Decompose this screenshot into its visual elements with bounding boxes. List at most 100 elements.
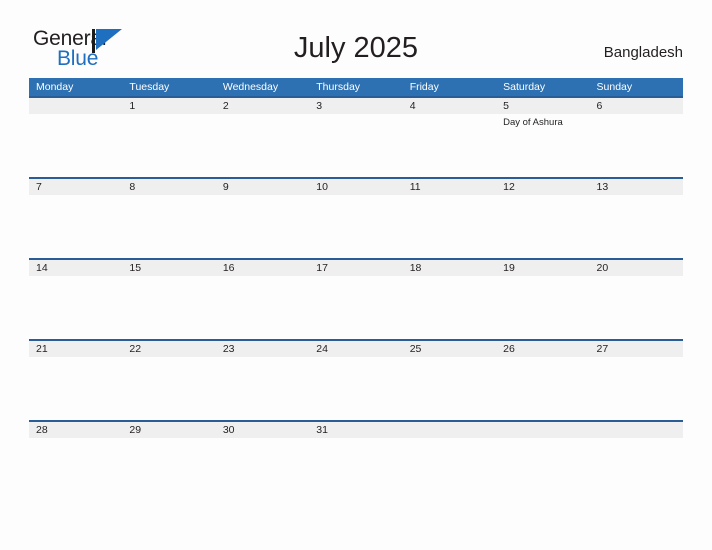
calendar-grid: Monday Tuesday Wednesday Thursday Friday… [29, 78, 683, 501]
day-number: 2 [222, 100, 229, 112]
day-cell[interactable]: 10 [309, 179, 402, 195]
day-cell[interactable]: 14 [29, 260, 122, 276]
day-cell[interactable]: 15 [122, 260, 215, 276]
day-number: 20 [596, 262, 609, 274]
day-number: 8 [129, 181, 136, 193]
event-cell [122, 357, 215, 420]
week-event-layer [29, 357, 683, 420]
day-cell[interactable]: 23 [216, 341, 309, 357]
day-number: 7 [36, 181, 42, 193]
day-number: 12 [503, 181, 515, 193]
country-label: Bangladesh [603, 44, 683, 61]
day-number: 6 [596, 100, 603, 112]
day-number: 16 [222, 262, 235, 274]
day-cell[interactable]: 17 [309, 260, 402, 276]
week-row: 1 2 3 4 5 6 Day of Ashura [29, 96, 683, 177]
day-number: 19 [503, 262, 515, 274]
day-cell[interactable]: 19 [496, 260, 589, 276]
event-cell [122, 276, 215, 339]
event-cell [216, 357, 309, 420]
event-cell [122, 195, 215, 258]
event-cell [216, 114, 309, 177]
event-cell [496, 357, 589, 420]
day-cell[interactable]: 22 [122, 341, 215, 357]
day-cell[interactable]: 8 [122, 179, 215, 195]
weekday-header-sunday: Sunday [596, 81, 633, 93]
day-cell[interactable]: 26 [496, 341, 589, 357]
week-event-layer [29, 195, 683, 258]
event-cell-holiday: Day of Ashura [496, 114, 589, 177]
event-cell [590, 276, 683, 339]
day-number: 18 [409, 262, 422, 274]
day-cell[interactable]: 27 [590, 341, 683, 357]
event-cell [29, 195, 122, 258]
day-number: 24 [316, 343, 328, 355]
day-cell[interactable]: 7 [29, 179, 122, 195]
weekday-header-tuesday: Tuesday [129, 81, 170, 93]
day-cell[interactable]: 16 [216, 260, 309, 276]
day-cell[interactable]: 5 [496, 98, 589, 114]
week-row: 21 22 23 24 25 26 27 [29, 339, 683, 420]
page-header: General Blue July 2025 Bangladesh [0, 0, 712, 78]
day-cell[interactable]: 3 [309, 98, 402, 114]
event-cell [496, 276, 589, 339]
event-cell [122, 438, 215, 501]
day-cell[interactable] [590, 422, 683, 438]
day-number: 10 [316, 181, 328, 193]
event-cell [403, 438, 496, 501]
weekday-header-friday: Friday [409, 81, 439, 93]
day-cell[interactable]: 11 [403, 179, 496, 195]
day-cell[interactable] [496, 422, 589, 438]
weekday-header-monday: Monday [36, 81, 74, 93]
day-cell[interactable]: 30 [216, 422, 309, 438]
event-cell [590, 195, 683, 258]
weekday-header-row: Monday Tuesday Wednesday Thursday Friday… [29, 78, 683, 96]
event-cell [216, 276, 309, 339]
day-cell[interactable]: 31 [309, 422, 402, 438]
day-cell[interactable]: 2 [216, 98, 309, 114]
week-row: 14 15 16 17 18 19 20 [29, 258, 683, 339]
event-cell [496, 438, 589, 501]
day-cell[interactable]: 13 [590, 179, 683, 195]
week-row: 28 29 30 31 [29, 420, 683, 501]
event-cell [29, 438, 122, 501]
day-cell[interactable]: 29 [122, 422, 215, 438]
weekday-header-wednesday: Wednesday [222, 81, 279, 93]
day-number: 1 [129, 100, 136, 112]
day-cell[interactable]: 9 [216, 179, 309, 195]
day-number: 13 [596, 181, 609, 193]
day-number: 17 [316, 262, 328, 274]
week-row: 7 8 9 10 11 12 13 [29, 177, 683, 258]
event-cell [590, 114, 683, 177]
event-cell [29, 114, 122, 177]
day-cell[interactable]: 18 [403, 260, 496, 276]
holiday-text: Day of Ashura [503, 117, 563, 128]
event-cell [403, 195, 496, 258]
day-cell[interactable]: 25 [403, 341, 496, 357]
day-cell[interactable] [403, 422, 496, 438]
day-number: 15 [129, 262, 142, 274]
day-cell[interactable]: 12 [496, 179, 589, 195]
day-cell[interactable] [29, 98, 122, 114]
event-cell [403, 357, 496, 420]
day-number: 27 [596, 343, 609, 355]
day-number: 25 [409, 343, 422, 355]
day-cell[interactable]: 28 [29, 422, 122, 438]
day-cell[interactable]: 4 [403, 98, 496, 114]
event-cell [590, 357, 683, 420]
event-cell [590, 438, 683, 501]
day-cell[interactable]: 20 [590, 260, 683, 276]
week-date-band: 7 8 9 10 11 12 13 [29, 179, 683, 195]
day-cell[interactable]: 24 [309, 341, 402, 357]
event-cell [309, 195, 402, 258]
day-cell[interactable]: 6 [590, 98, 683, 114]
event-cell [403, 276, 496, 339]
week-event-layer [29, 276, 683, 339]
day-cell[interactable]: 21 [29, 341, 122, 357]
day-number: 23 [222, 343, 235, 355]
day-number: 21 [36, 343, 48, 355]
day-cell[interactable]: 1 [122, 98, 215, 114]
day-number: 3 [316, 100, 323, 112]
day-number: 26 [503, 343, 515, 355]
week-date-band: 1 2 3 4 5 6 [29, 98, 683, 114]
